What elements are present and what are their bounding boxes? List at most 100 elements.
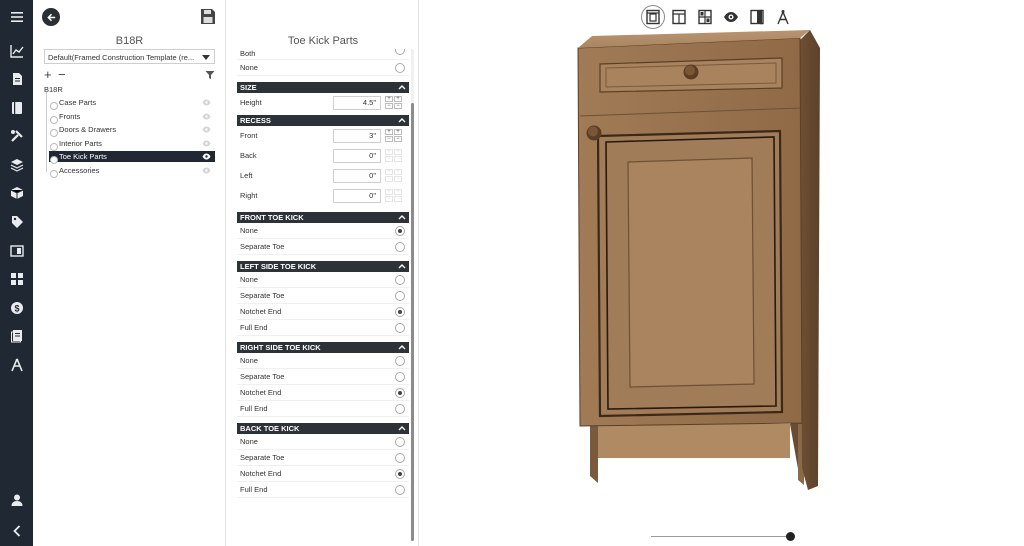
option-row[interactable]: None (237, 223, 409, 239)
increment-icon[interactable]: + (385, 169, 393, 175)
recess-stepper[interactable]: + + − − (385, 189, 403, 203)
radio-button[interactable] (395, 485, 405, 495)
menu-icon[interactable] (0, 7, 33, 27)
decrement-icon[interactable]: − (385, 196, 393, 202)
template-select[interactable]: Default(Framed Construction Template (re… (44, 49, 215, 64)
recess-input[interactable]: 0" (333, 189, 381, 203)
layers-icon[interactable] (0, 155, 33, 175)
zoom-slider-handle[interactable] (786, 532, 795, 541)
price-tag-icon[interactable] (0, 212, 33, 232)
cabinet-view-button[interactable] (641, 5, 665, 29)
chart-icon[interactable] (0, 41, 33, 61)
decrement-icon[interactable]: − (394, 176, 402, 182)
drafting-button[interactable] (771, 5, 795, 29)
option-row[interactable]: Notchet End (237, 385, 409, 401)
increment-icon[interactable]: + (394, 149, 402, 155)
section-header-front-toe-kick[interactable]: FRONT TOE KICK (237, 212, 409, 223)
radio-button[interactable] (395, 323, 405, 333)
tools-icon[interactable] (0, 126, 33, 146)
elevation-view-button[interactable] (693, 5, 717, 29)
zoom-slider-track[interactable] (651, 536, 791, 537)
tree-node[interactable]: Toe Kick Parts (49, 151, 215, 164)
increment-icon[interactable]: + (385, 96, 393, 102)
eye-icon[interactable] (202, 140, 211, 147)
tree-node[interactable]: Case Parts (49, 97, 215, 110)
eye-icon[interactable] (202, 113, 211, 120)
drafting-icon[interactable] (0, 355, 33, 375)
option-row[interactable]: Full End (237, 482, 409, 498)
save-button[interactable] (200, 8, 216, 25)
collapse-icon[interactable] (0, 521, 33, 541)
section-header-right-side-toe-kick[interactable]: RIGHT SIDE TOE KICK (237, 342, 409, 353)
option-row[interactable]: Separate Toe (237, 450, 409, 466)
option-row[interactable]: Full End (237, 320, 409, 336)
eye-icon[interactable] (202, 153, 211, 160)
radio-button[interactable] (395, 291, 405, 301)
radio-button[interactable] (395, 469, 405, 479)
door-open-button[interactable] (745, 5, 769, 29)
expand-all-button[interactable]: + (44, 68, 52, 81)
decrement-icon[interactable]: − (394, 156, 402, 162)
tree-node[interactable]: Fronts (49, 111, 215, 124)
recess-stepper[interactable]: + + − − (385, 169, 403, 183)
increment-icon[interactable]: + (394, 96, 402, 102)
collapse-all-button[interactable]: − (58, 68, 66, 81)
option-row[interactable]: Separate Toe (237, 288, 409, 304)
radio-button[interactable] (395, 63, 405, 73)
decrement-icon[interactable]: − (385, 136, 393, 142)
decrement-icon[interactable]: − (394, 196, 402, 202)
filter-icon[interactable] (205, 70, 215, 80)
radio-button[interactable] (395, 437, 405, 447)
document-icon[interactable] (0, 69, 33, 89)
properties-scroll-area[interactable]: Both None SIZE Height 4.5" + + − − RECES… (237, 49, 409, 541)
properties-scrollbar[interactable] (411, 49, 414, 541)
option-row[interactable]: None (237, 272, 409, 288)
height-input[interactable]: 4.5" (333, 96, 381, 110)
increment-icon[interactable]: + (385, 149, 393, 155)
radio-button[interactable] (395, 242, 405, 252)
eye-icon[interactable] (202, 167, 211, 174)
option-row[interactable]: Notchet End (237, 466, 409, 482)
section-header-size[interactable]: SIZE (237, 82, 409, 93)
option-row[interactable]: None (237, 353, 409, 369)
3d-viewport[interactable] (420, 0, 1024, 546)
recess-stepper[interactable]: + + − − (385, 149, 403, 163)
increment-icon[interactable]: + (394, 189, 402, 195)
grid-icon[interactable] (0, 269, 33, 289)
radio-button[interactable] (395, 49, 405, 55)
decrement-icon[interactable]: − (394, 136, 402, 142)
cube-icon[interactable] (0, 183, 33, 203)
recess-input[interactable]: 0" (333, 149, 381, 163)
visibility-button[interactable] (719, 5, 743, 29)
decrement-icon[interactable]: − (385, 156, 393, 162)
recess-input[interactable]: 0" (333, 169, 381, 183)
section-header-back-toe-kick[interactable]: BACK TOE KICK (237, 423, 409, 434)
radio-button[interactable] (395, 356, 405, 366)
radio-button[interactable] (395, 226, 405, 236)
option-row[interactable]: Separate Toe (237, 369, 409, 385)
radio-button[interactable] (395, 404, 405, 414)
radio-button[interactable] (395, 307, 405, 317)
height-stepper[interactable]: + + − − (385, 96, 403, 110)
option-row[interactable]: Notchet End (237, 304, 409, 320)
recess-stepper[interactable]: + + − − (385, 129, 403, 143)
recess-input[interactable]: 3" (333, 129, 381, 143)
book-icon[interactable] (0, 98, 33, 118)
option-row[interactable]: None (237, 434, 409, 450)
decrement-icon[interactable]: − (394, 103, 402, 109)
tree-node[interactable]: Interior Parts (49, 138, 215, 151)
radio-button[interactable] (395, 388, 405, 398)
option-row[interactable]: None (237, 60, 409, 76)
decrement-icon[interactable]: − (385, 176, 393, 182)
layout-view-button[interactable] (667, 5, 691, 29)
section-header-recess[interactable]: RECESS (237, 115, 409, 126)
scrollbar-thumb[interactable] (411, 103, 414, 541)
report-icon[interactable] (0, 326, 33, 346)
option-row[interactable]: Full End (237, 401, 409, 417)
radio-button[interactable] (395, 275, 405, 285)
option-row[interactable]: Both (237, 49, 409, 60)
back-button[interactable] (42, 8, 60, 26)
user-icon[interactable] (0, 490, 33, 510)
dollar-icon[interactable]: $ (0, 298, 33, 318)
option-row[interactable]: Separate Toe (237, 239, 409, 255)
